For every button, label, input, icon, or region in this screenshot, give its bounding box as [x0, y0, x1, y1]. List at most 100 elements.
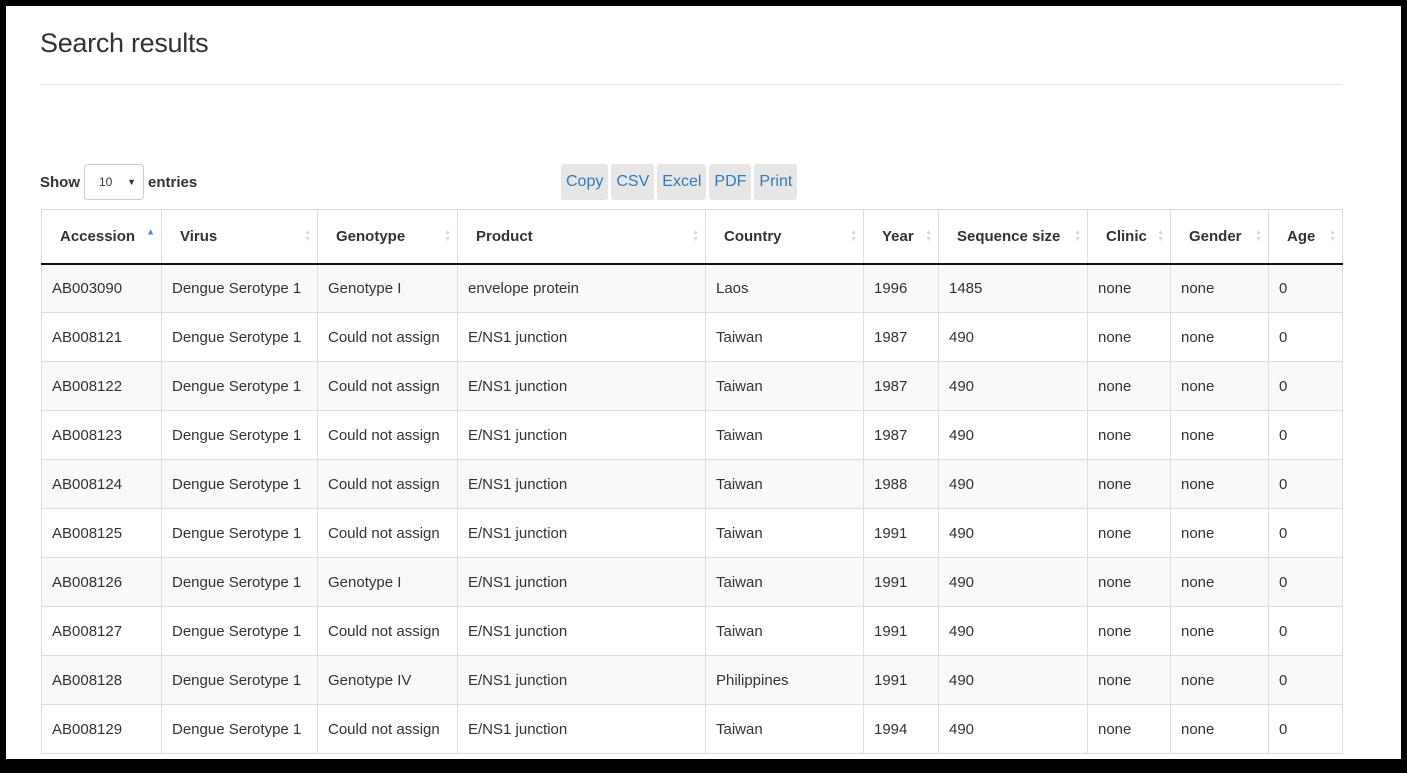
cell-age: 0 [1268, 263, 1343, 313]
column-header-clinic[interactable]: Clinic ▲ ▼ [1087, 209, 1171, 265]
cell-country: Taiwan [705, 361, 864, 411]
cell-product: envelope protein [457, 263, 706, 313]
cell-year: 1987 [863, 361, 939, 411]
cell-year: 1988 [863, 459, 939, 509]
table-row[interactable]: AB008127 Dengue Serotype 1 Could not assig… [41, 606, 1343, 656]
table-body: AB003090 Dengue Serotype 1 Genotype Ienvel… [41, 263, 1343, 754]
length-prefix-label: Show [40, 173, 80, 191]
csv-button[interactable]: CSV [611, 164, 655, 200]
cell-gender: none [1170, 557, 1269, 607]
cell-clinic: none [1087, 312, 1171, 362]
cell-accession: AB008128 [41, 655, 162, 705]
cell-sequence-size: 490 [938, 606, 1088, 656]
cell-year: 1991 [863, 655, 939, 705]
cell-clinic: none [1087, 606, 1171, 656]
cell-year: 1991 [863, 606, 939, 656]
pdf-button[interactable]: PDF [709, 164, 752, 200]
print-button[interactable]: Print [754, 164, 798, 200]
column-header-product[interactable]: Product ▲ ▼ [457, 209, 706, 265]
table-row[interactable]: AB008121 Dengue Serotype 1 Could not assig… [41, 312, 1343, 362]
column-header-label: Year [882, 227, 914, 245]
cell-genotype: Could not assign [317, 410, 458, 460]
cell-country: Taiwan [705, 557, 864, 607]
cell-year: 1987 [863, 312, 939, 362]
cell-age: 0 [1268, 410, 1343, 460]
title-divider [40, 84, 1342, 85]
column-header-label: Gender [1189, 227, 1242, 245]
column-header-accession[interactable]: Accession ▲ [41, 209, 162, 265]
cell-product: E/NS1 junction [457, 606, 706, 656]
cell-genotype: Genotype I [317, 263, 458, 313]
sort-both-icon: ▲ ▼ [692, 229, 699, 244]
cell-sequence-size: 490 [938, 704, 1088, 754]
cell-gender: none [1170, 410, 1269, 460]
column-header-label: Product [476, 227, 533, 245]
cell-gender: none [1170, 655, 1269, 705]
column-header-country[interactable]: Country ▲ ▼ [705, 209, 864, 265]
cell-sequence-size: 1485 [938, 263, 1088, 313]
cell-country: Taiwan [705, 410, 864, 460]
cell-clinic: none [1087, 655, 1171, 705]
cell-virus: Dengue Serotype 1 [161, 606, 318, 656]
cell-clinic: none [1087, 508, 1171, 558]
cell-virus: Dengue Serotype 1 [161, 704, 318, 754]
cell-accession: AB008123 [41, 410, 162, 460]
cell-virus: Dengue Serotype 1 [161, 312, 318, 362]
table-row[interactable]: AB008123 Dengue Serotype 1 Could not assig… [41, 410, 1343, 460]
cell-genotype: Could not assign [317, 459, 458, 509]
cell-gender: none [1170, 508, 1269, 558]
copy-button[interactable]: Copy [561, 164, 609, 200]
cell-sequence-size: 490 [938, 655, 1088, 705]
sort-both-icon: ▲ ▼ [304, 229, 311, 244]
sort-both-icon: ▲ ▼ [1329, 229, 1336, 244]
table-row[interactable]: AB003090 Dengue Serotype 1 Genotype Ienvel… [41, 263, 1343, 313]
table-row[interactable]: AB008122 Dengue Serotype 1 Could not assig… [41, 361, 1343, 411]
cell-age: 0 [1268, 312, 1343, 362]
cell-country: Taiwan [705, 312, 864, 362]
column-header-label: Virus [180, 227, 218, 245]
cell-sequence-size: 490 [938, 508, 1088, 558]
cell-country: Philippines [705, 655, 864, 705]
table-row[interactable]: AB008126 Dengue Serotype 1 Genotype I E/NS1… [41, 557, 1343, 607]
column-header-sequence-size[interactable]: Sequence size ▲ ▼ [938, 209, 1088, 265]
entries-per-page-value: 10 [99, 175, 113, 189]
column-header-year[interactable]: Year ▲ ▼ [863, 209, 939, 265]
cell-sequence-size: 490 [938, 459, 1088, 509]
table-row[interactable]: AB008128 Dengue Serotype 1 Genotype IV E/NS… [41, 655, 1343, 705]
app-frame: Search results Show 10 ▼ entries Copy CS… [0, 0, 1407, 773]
cell-virus: Dengue Serotype 1 [161, 410, 318, 460]
column-header-age[interactable]: Age ▲ ▼ [1268, 209, 1343, 265]
cell-gender: none [1170, 704, 1269, 754]
column-header-genotype[interactable]: Genotype ▲ ▼ [317, 209, 458, 265]
column-header-gender[interactable]: Gender ▲ ▼ [1170, 209, 1269, 265]
table-row[interactable]: AB008129 Dengue Serotype 1 Could not assig… [41, 704, 1343, 754]
cell-accession: AB008129 [41, 704, 162, 754]
cell-sequence-size: 490 [938, 361, 1088, 411]
cell-clinic: none [1087, 410, 1171, 460]
table-row[interactable]: AB008125 Dengue Serotype 1 Could not assig… [41, 508, 1343, 558]
table-row[interactable]: AB008124 Dengue Serotype 1 Could not assig… [41, 459, 1343, 509]
cell-age: 0 [1268, 361, 1343, 411]
cell-age: 0 [1268, 655, 1343, 705]
sort-both-icon: ▲ ▼ [925, 229, 932, 244]
excel-button[interactable]: Excel [657, 164, 707, 200]
cell-genotype: Could not assign [317, 704, 458, 754]
cell-year: 1991 [863, 508, 939, 558]
cell-clinic: none [1087, 361, 1171, 411]
cell-clinic: none [1087, 557, 1171, 607]
cell-virus: Dengue Serotype 1 [161, 263, 318, 313]
cell-genotype: Could not assign [317, 361, 458, 411]
cell-virus: Dengue Serotype 1 [161, 557, 318, 607]
cell-gender: none [1170, 263, 1269, 313]
cell-gender: none [1170, 606, 1269, 656]
cell-year: 1996 [863, 263, 939, 313]
cell-sequence-size: 490 [938, 557, 1088, 607]
cell-virus: Dengue Serotype 1 [161, 655, 318, 705]
entries-per-page-select[interactable]: 10 ▼ [84, 164, 144, 200]
cell-accession: AB008127 [41, 606, 162, 656]
cell-age: 0 [1268, 704, 1343, 754]
column-header-virus[interactable]: Virus ▲ ▼ [161, 209, 318, 265]
sort-both-icon: ▲ ▼ [1157, 229, 1164, 244]
cell-year: 1991 [863, 557, 939, 607]
cell-product: E/NS1 junction [457, 312, 706, 362]
